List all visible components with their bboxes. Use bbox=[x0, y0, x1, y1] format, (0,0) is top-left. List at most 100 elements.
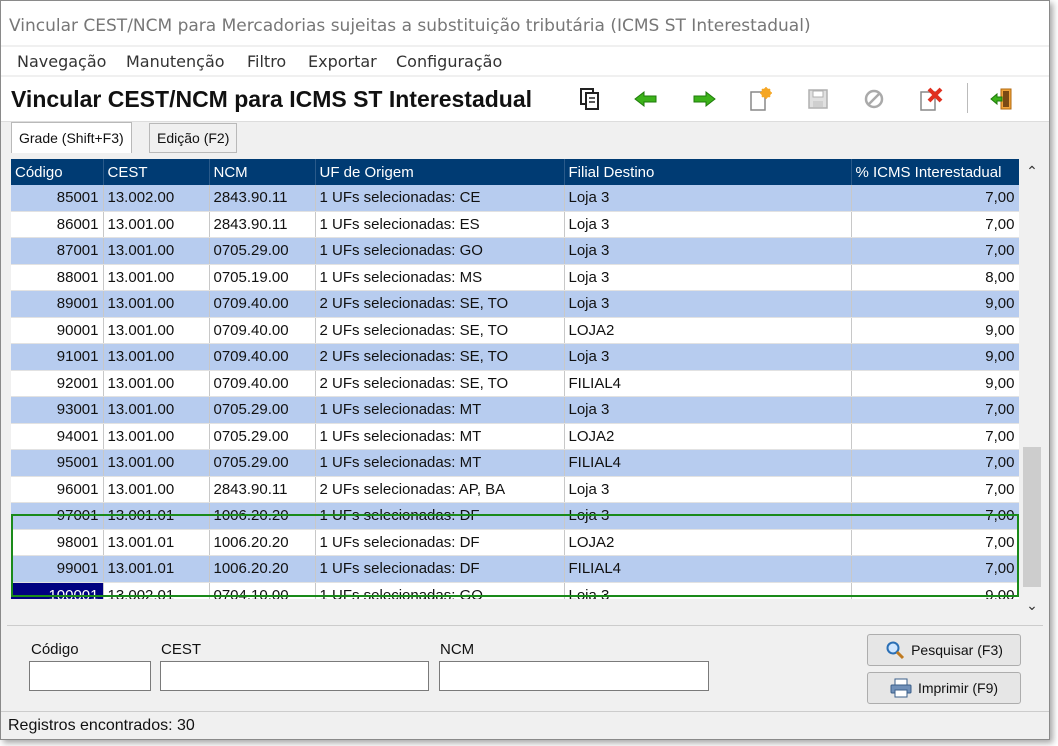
cell-cest[interactable]: 13.001.00 bbox=[103, 317, 210, 344]
cell-ncm[interactable]: 2843.90.11 bbox=[209, 476, 316, 503]
cell-icms[interactable]: 9,00 bbox=[851, 343, 1019, 371]
cell-filial-destino[interactable]: FILIAL4 bbox=[564, 449, 852, 477]
table-row[interactable]: 98001 13.001.01 1006.20.20 1 UFs selecionad… bbox=[11, 529, 1019, 556]
cell-filial-destino[interactable]: Loja 3 bbox=[564, 211, 852, 238]
cell-filial-destino[interactable]: LOJA2 bbox=[564, 423, 852, 450]
column-header-uf-origem[interactable]: UF de Origem bbox=[315, 159, 565, 185]
cell-ncm[interactable]: 0705.29.00 bbox=[209, 237, 316, 265]
cell-filial-destino[interactable]: Loja 3 bbox=[564, 185, 852, 212]
cell-cest[interactable]: 13.001.00 bbox=[103, 423, 210, 450]
cell-icms[interactable]: 9,00 bbox=[851, 582, 1019, 599]
cell-codigo[interactable]: 89001 bbox=[11, 290, 104, 318]
cell-cest[interactable]: 13.001.00 bbox=[103, 449, 210, 477]
table-row[interactable]: 90001 13.001.00 0709.40.00 2 UFs selecionad… bbox=[11, 317, 1019, 344]
cell-uf-origem[interactable]: 1 UFs selecionadas: ES bbox=[315, 211, 565, 238]
menu-exportar[interactable]: Exportar bbox=[308, 52, 377, 71]
cell-filial-destino[interactable]: LOJA2 bbox=[564, 529, 852, 556]
cell-ncm[interactable]: 0709.40.00 bbox=[209, 370, 316, 397]
save-icon[interactable] bbox=[803, 85, 833, 113]
cell-icms[interactable]: 7,00 bbox=[851, 449, 1019, 477]
cell-ncm[interactable]: 1006.20.20 bbox=[209, 529, 316, 556]
cell-icms[interactable]: 9,00 bbox=[851, 290, 1019, 318]
cell-ncm[interactable]: 0709.40.00 bbox=[209, 343, 316, 371]
cell-uf-origem[interactable]: 2 UFs selecionadas: AP, BA bbox=[315, 476, 565, 503]
column-header-cest[interactable]: CEST bbox=[103, 159, 210, 185]
ncm-input[interactable] bbox=[439, 661, 709, 691]
chevron-down-icon[interactable]: ⌄ bbox=[1021, 593, 1043, 617]
cell-filial-destino[interactable]: FILIAL4 bbox=[564, 370, 852, 397]
cell-ncm[interactable]: 0709.40.00 bbox=[209, 317, 316, 344]
print-button[interactable]: Imprimir (F9) bbox=[867, 672, 1021, 704]
cell-icms[interactable]: 7,00 bbox=[851, 502, 1019, 530]
cell-uf-origem[interactable]: 2 UFs selecionadas: SE, TO bbox=[315, 317, 565, 344]
cell-codigo[interactable]: 97001 bbox=[11, 502, 104, 530]
cell-uf-origem[interactable]: 1 UFs selecionadas: MT bbox=[315, 396, 565, 424]
cell-filial-destino[interactable]: Loja 3 bbox=[564, 290, 852, 318]
cell-ncm[interactable]: 0704.10.00 bbox=[209, 582, 316, 599]
cell-cest[interactable]: 13.001.01 bbox=[103, 529, 210, 556]
column-header-codigo[interactable]: Código bbox=[11, 159, 104, 185]
cell-filial-destino[interactable]: LOJA2 bbox=[564, 317, 852, 344]
cell-icms[interactable]: 7,00 bbox=[851, 423, 1019, 450]
cancel-icon[interactable] bbox=[859, 85, 889, 113]
table-row[interactable]: 92001 13.001.00 0709.40.00 2 UFs selecionad… bbox=[11, 370, 1019, 397]
cell-cest[interactable]: 13.001.00 bbox=[103, 264, 210, 291]
cell-codigo[interactable]: 87001 bbox=[11, 237, 104, 265]
cell-icms[interactable]: 7,00 bbox=[851, 555, 1019, 583]
exit-icon[interactable] bbox=[987, 85, 1017, 113]
cell-codigo[interactable]: 88001 bbox=[11, 264, 104, 291]
cell-ncm[interactable]: 0709.40.00 bbox=[209, 290, 316, 318]
cell-ncm[interactable]: 0705.29.00 bbox=[209, 423, 316, 450]
arrow-left-icon[interactable] bbox=[631, 85, 661, 113]
cell-ncm[interactable]: 2843.90.11 bbox=[209, 211, 316, 238]
cell-ncm[interactable]: 2843.90.11 bbox=[209, 185, 316, 212]
cell-icms[interactable]: 7,00 bbox=[851, 185, 1019, 212]
cell-uf-origem[interactable]: 1 UFs selecionadas: CE bbox=[315, 185, 565, 212]
table-row[interactable]: 93001 13.001.00 0705.29.00 1 UFs selecionad… bbox=[11, 396, 1019, 424]
scrollbar-thumb[interactable] bbox=[1023, 447, 1041, 587]
cell-uf-origem[interactable]: 2 UFs selecionadas: SE, TO bbox=[315, 290, 565, 318]
new-icon[interactable] bbox=[745, 85, 775, 113]
cell-icms[interactable]: 8,00 bbox=[851, 264, 1019, 291]
table-row[interactable]: 89001 13.001.00 0709.40.00 2 UFs selecionad… bbox=[11, 290, 1019, 318]
table-row[interactable]: 94001 13.001.00 0705.29.00 1 UFs selecionad… bbox=[11, 423, 1019, 450]
table-row[interactable]: 95001 13.001.00 0705.29.00 1 UFs selecionad… bbox=[11, 449, 1019, 477]
cell-ncm[interactable]: 0705.29.00 bbox=[209, 396, 316, 424]
table-row[interactable]: 91001 13.001.00 0709.40.00 2 UFs selecionad… bbox=[11, 343, 1019, 371]
menu-configuracao[interactable]: Configuração bbox=[396, 52, 502, 71]
cell-uf-origem[interactable]: 1 UFs selecionadas: GO bbox=[315, 582, 565, 599]
cell-filial-destino[interactable]: Loja 3 bbox=[564, 582, 852, 599]
cell-icms[interactable]: 7,00 bbox=[851, 237, 1019, 265]
cest-input[interactable] bbox=[160, 661, 429, 691]
cell-cest[interactable]: 13.001.00 bbox=[103, 396, 210, 424]
menu-navegacao[interactable]: Navegação bbox=[17, 52, 106, 71]
cell-icms[interactable]: 9,00 bbox=[851, 317, 1019, 344]
cell-cest[interactable]: 13.002.01 bbox=[103, 582, 210, 599]
cell-cest[interactable]: 13.001.00 bbox=[103, 476, 210, 503]
cell-codigo[interactable]: 93001 bbox=[11, 396, 104, 424]
cell-cest[interactable]: 13.001.01 bbox=[103, 555, 210, 583]
cell-uf-origem[interactable]: 1 UFs selecionadas: GO bbox=[315, 237, 565, 265]
cell-uf-origem[interactable]: 1 UFs selecionadas: DF bbox=[315, 555, 565, 583]
codigo-input[interactable] bbox=[29, 661, 151, 691]
cell-uf-origem[interactable]: 1 UFs selecionadas: MT bbox=[315, 423, 565, 450]
arrow-right-icon[interactable] bbox=[689, 85, 719, 113]
cell-codigo[interactable]: 90001 bbox=[11, 317, 104, 344]
cell-codigo[interactable]: 98001 bbox=[11, 529, 104, 556]
cell-cest[interactable]: 13.001.00 bbox=[103, 211, 210, 238]
cell-codigo[interactable]: 86001 bbox=[11, 211, 104, 238]
cell-uf-origem[interactable]: 1 UFs selecionadas: DF bbox=[315, 529, 565, 556]
copy-icon[interactable] bbox=[575, 85, 605, 113]
tab-edicao[interactable]: Edição (F2) bbox=[149, 123, 238, 153]
table-row[interactable]: 99001 13.001.01 1006.20.20 1 UFs selecionad… bbox=[11, 555, 1019, 583]
cell-uf-origem[interactable]: 1 UFs selecionadas: DF bbox=[315, 502, 565, 530]
cell-codigo[interactable]: 85001 bbox=[11, 185, 104, 212]
cell-filial-destino[interactable]: FILIAL4 bbox=[564, 555, 852, 583]
cell-ncm[interactable]: 0705.19.00 bbox=[209, 264, 316, 291]
table-row[interactable]: 86001 13.001.00 2843.90.11 1 UFs selecionad… bbox=[11, 211, 1019, 238]
cell-codigo[interactable]: 99001 bbox=[11, 555, 104, 583]
cell-filial-destino[interactable]: Loja 3 bbox=[564, 343, 852, 371]
cell-codigo[interactable]: 100001 bbox=[11, 582, 104, 599]
cell-filial-destino[interactable]: Loja 3 bbox=[564, 396, 852, 424]
cell-ncm[interactable]: 0705.29.00 bbox=[209, 449, 316, 477]
